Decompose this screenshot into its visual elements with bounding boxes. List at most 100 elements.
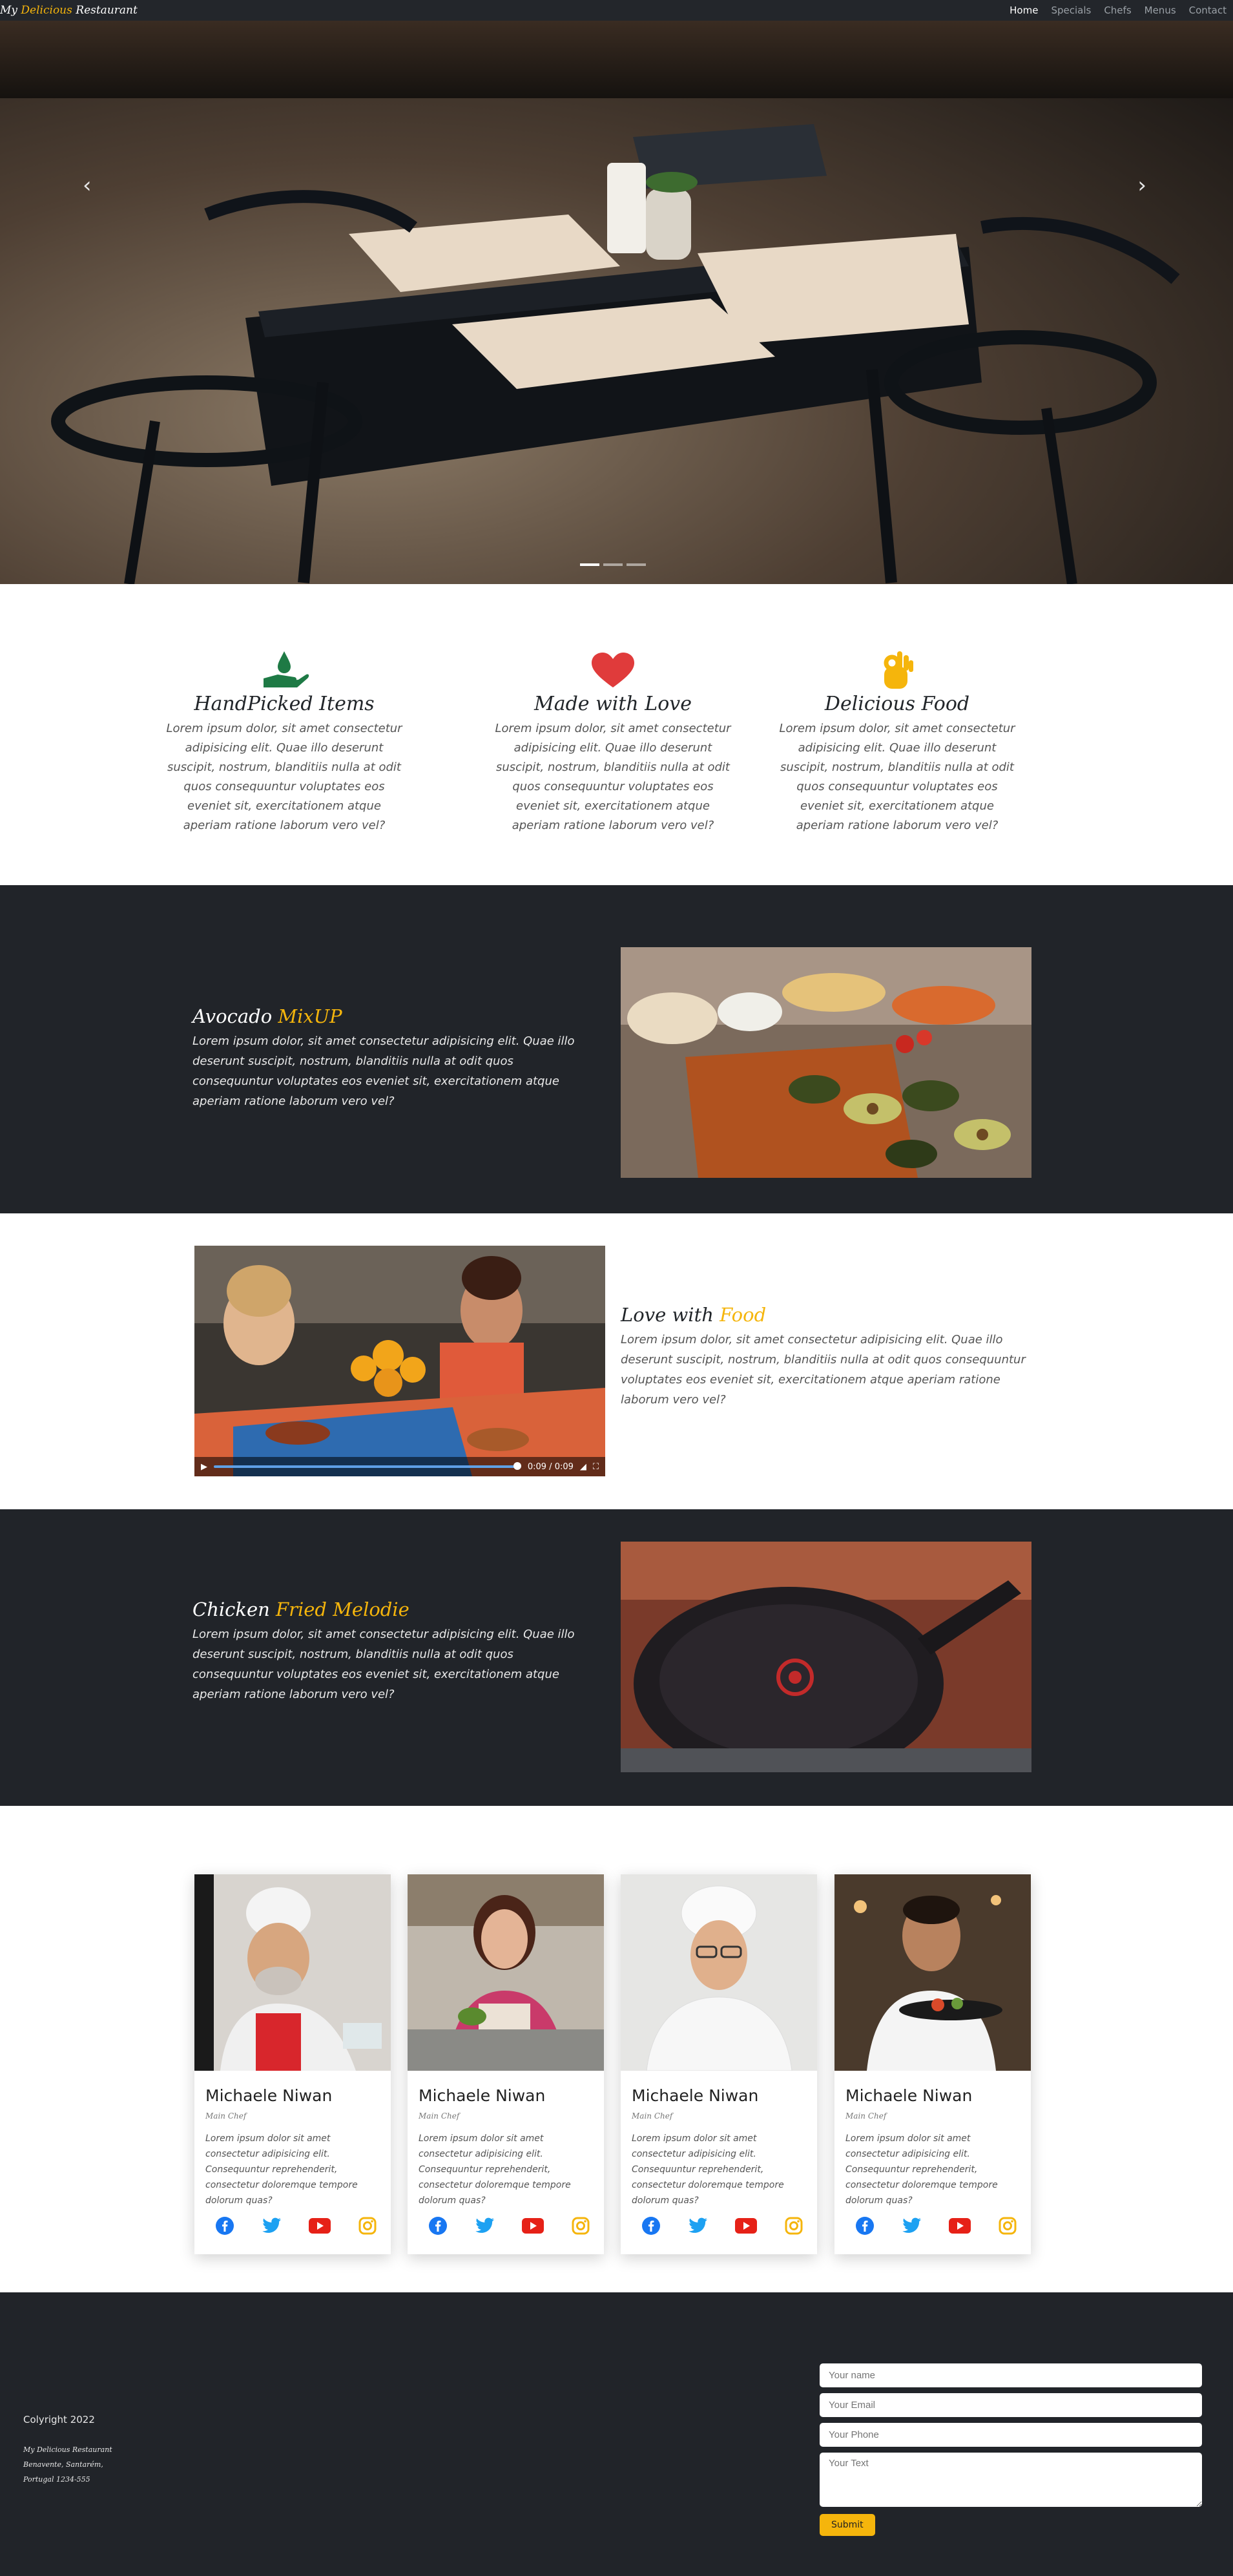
brand-highlight: Delicious — [21, 4, 72, 17]
carousel-indicator-3[interactable] — [627, 563, 646, 566]
brand-suffix: Restaurant — [76, 4, 138, 17]
carousel-indicator-1[interactable] — [580, 563, 599, 566]
chef-card: Michaele Niwan Main Chef Lorem ipsum dol… — [194, 1874, 391, 2254]
video-time: 0:09 / 0:09 — [527, 1461, 574, 1472]
social-links — [215, 2216, 377, 2236]
nav-link-chefs[interactable]: Chefs — [1104, 5, 1131, 16]
chef-name: Michaele Niwan — [845, 2086, 973, 2105]
carousel-next-button[interactable]: › — [1137, 174, 1146, 196]
nav-link-specials[interactable]: Specials — [1051, 5, 1091, 16]
chef-photo — [834, 1874, 1031, 2071]
message-textarea[interactable] — [820, 2453, 1202, 2507]
chef-card: Michaele Niwan Main Chef Lorem ipsum dol… — [834, 1874, 1031, 2254]
chef-photo — [408, 1874, 604, 2071]
brand-logo[interactable]: My Delicious Restaurant — [0, 4, 138, 17]
chef-bio: Lorem ipsum dolor sit amet consectetur a… — [632, 2133, 784, 2206]
chevron-left-icon: ‹ — [83, 173, 92, 198]
section-title: Chicken Fried Melodie — [192, 1598, 409, 1620]
social-links — [428, 2216, 590, 2236]
video-progress-bar[interactable] — [214, 1462, 521, 1470]
nav-links: Home Specials Chefs Menus Contact — [1010, 5, 1227, 16]
chef-name: Michaele Niwan — [419, 2086, 546, 2105]
nav-link-menus[interactable]: Menus — [1145, 5, 1176, 16]
video-frame — [194, 1246, 605, 1476]
navbar: My Delicious Restaurant Home Specials Ch… — [0, 0, 1233, 21]
fullscreen-icon[interactable]: ⛶ — [593, 1462, 599, 1472]
youtube-icon[interactable] — [522, 2218, 544, 2234]
feature-title: HandPicked Items — [194, 693, 375, 715]
instagram-icon[interactable] — [999, 2217, 1017, 2235]
instagram-icon[interactable] — [785, 2217, 803, 2235]
nav-link-home[interactable]: Home — [1010, 5, 1038, 16]
hero-image — [0, 21, 1233, 584]
feature-delicious: Delicious Food Lorem ipsum dolor, sit am… — [778, 649, 1017, 835]
brand-prefix: My — [0, 4, 18, 17]
chef-name: Michaele Niwan — [205, 2086, 333, 2105]
avocado-image — [621, 947, 1031, 1178]
feature-text: Lorem ipsum dolor, sit amet consectetur … — [495, 722, 731, 832]
chef-bio: Lorem ipsum dolor sit amet consectetur a… — [419, 2133, 571, 2206]
video-player[interactable]: ▶ 0:09 / 0:09 ◢ ⛶ — [194, 1246, 605, 1476]
name-input[interactable] — [820, 2363, 1202, 2387]
mute-icon[interactable]: ◢ — [580, 1462, 586, 1472]
chef-role: Main Chef — [419, 2111, 460, 2120]
chef-role: Main Chef — [205, 2111, 247, 2120]
ok-hand-icon — [778, 649, 1017, 690]
address-line: My Delicious Restaurant — [23, 2445, 112, 2454]
chef-role: Main Chef — [845, 2111, 887, 2120]
section-text: Lorem ipsum dolor, sit amet consectetur … — [192, 1628, 575, 1701]
features-section: HandPicked Items Lorem ipsum dolor, sit … — [0, 584, 1233, 885]
instagram-icon[interactable] — [358, 2217, 377, 2235]
chef-bio: Lorem ipsum dolor sit amet consectetur a… — [845, 2133, 998, 2206]
facebook-icon[interactable] — [215, 2216, 234, 2236]
section-title: Avocado MixUP — [192, 1005, 342, 1027]
phone-input[interactable] — [820, 2423, 1202, 2447]
chef-photo — [194, 1874, 391, 2071]
social-links — [855, 2216, 1017, 2236]
twitter-icon[interactable] — [688, 2217, 708, 2234]
hand-drop-icon — [165, 649, 404, 690]
chef-role: Main Chef — [632, 2111, 673, 2120]
chefs-section: Michaele Niwan Main Chef Lorem ipsum dol… — [0, 1806, 1233, 2292]
chef-card: Michaele Niwan Main Chef Lorem ipsum dol… — [621, 1874, 817, 2254]
hero-carousel: ‹ › — [0, 21, 1233, 584]
feature-title: Delicious Food — [824, 693, 970, 715]
twitter-icon[interactable] — [262, 2217, 282, 2234]
section-text: Lorem ipsum dolor, sit amet consectetur … — [621, 1333, 1026, 1407]
section-avocado: Avocado MixUP Lorem ipsum dolor, sit ame… — [0, 885, 1233, 1213]
video-controls: ▶ 0:09 / 0:09 ◢ ⛶ — [194, 1457, 605, 1476]
contact-form: Submit — [820, 2363, 1202, 2536]
chevron-right-icon: › — [1137, 173, 1146, 198]
address-line: Benavente, Santarém, — [23, 2460, 103, 2469]
play-icon[interactable]: ▶ — [201, 1462, 207, 1472]
carousel-prev-button[interactable]: ‹ — [83, 174, 92, 196]
youtube-icon[interactable] — [735, 2218, 758, 2234]
facebook-icon[interactable] — [641, 2216, 661, 2236]
video-progress-handle[interactable] — [513, 1462, 521, 1470]
section-text: Lorem ipsum dolor, sit amet consectetur … — [192, 1034, 575, 1108]
youtube-icon[interactable] — [949, 2218, 971, 2234]
feature-love: Made with Love Lorem ipsum dolor, sit am… — [493, 649, 732, 835]
youtube-icon[interactable] — [309, 2218, 331, 2234]
feature-handpicked: HandPicked Items Lorem ipsum dolor, sit … — [165, 649, 404, 835]
section-chicken: Chicken Fried Melodie Lorem ipsum dolor,… — [0, 1509, 1233, 1806]
submit-button[interactable]: Submit — [820, 2514, 875, 2536]
carousel-indicator-2[interactable] — [603, 563, 623, 566]
chef-name: Michaele Niwan — [632, 2086, 759, 2105]
section-love-food: ▶ 0:09 / 0:09 ◢ ⛶ Love with Food Lorem i… — [0, 1213, 1233, 1509]
instagram-icon[interactable] — [572, 2217, 590, 2235]
chef-card: Michaele Niwan Main Chef Lorem ipsum dol… — [408, 1874, 604, 2254]
carousel-indicators — [580, 563, 646, 566]
email-input[interactable] — [820, 2393, 1202, 2417]
feature-text: Lorem ipsum dolor, sit amet consectetur … — [779, 722, 1015, 832]
facebook-icon[interactable] — [855, 2216, 875, 2236]
facebook-icon[interactable] — [428, 2216, 448, 2236]
chef-photo — [621, 1874, 817, 2071]
copyright-text: Colyright 2022 — [23, 2414, 95, 2425]
twitter-icon[interactable] — [475, 2217, 495, 2234]
footer: Colyright 2022 My Delicious Restaurant B… — [0, 2292, 1233, 2576]
nav-link-contact[interactable]: Contact — [1189, 5, 1227, 16]
address-block: My Delicious Restaurant Benavente, Santa… — [23, 2442, 112, 2487]
feature-text: Lorem ipsum dolor, sit amet consectetur … — [166, 722, 402, 832]
twitter-icon[interactable] — [902, 2217, 922, 2234]
